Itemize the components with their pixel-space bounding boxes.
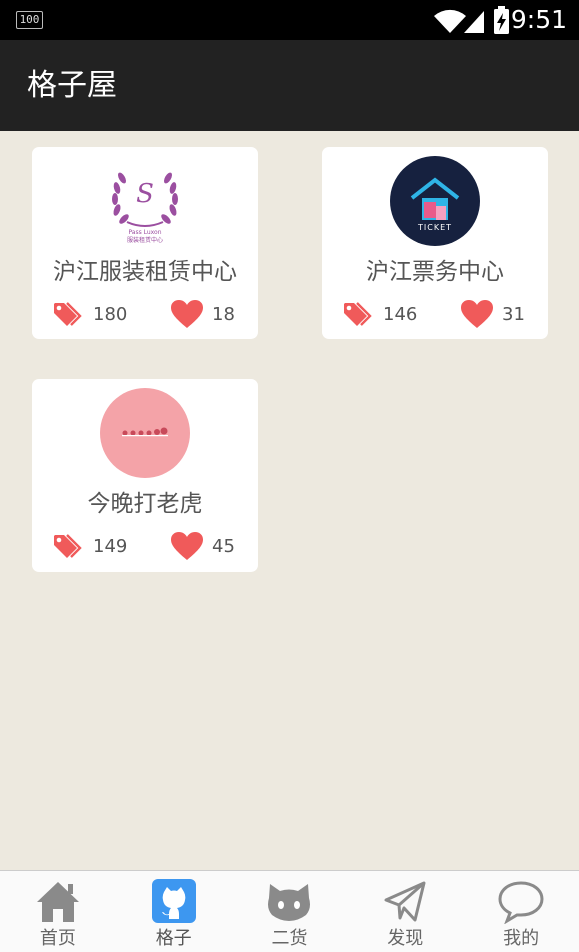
- like-count[interactable]: 31: [460, 297, 525, 331]
- nav-item-discover[interactable]: 发现: [347, 871, 463, 952]
- nav-label-secondhand: 二货: [271, 928, 308, 949]
- laurel-wreath-icon: S Pass Luxon 服装租赁中心: [112, 172, 178, 244]
- tag-count: 180: [52, 297, 127, 331]
- heart-icon[interactable]: [460, 299, 494, 329]
- signal-icon: [464, 11, 484, 33]
- ticket-house-icon: TICKET: [410, 177, 460, 232]
- nav-label-grid: 格子: [155, 928, 192, 949]
- nav-item-grid[interactable]: 格子: [116, 871, 232, 952]
- tag-count: 146: [342, 297, 417, 331]
- home-icon[interactable]: [35, 878, 81, 924]
- shop-card-tonight-tiger[interactable]: 今晚打老虎 149 45: [32, 379, 258, 572]
- cat-face-icon[interactable]: [266, 878, 312, 924]
- chat-bubble-icon[interactable]: [498, 878, 544, 924]
- tag-count-value: 149: [93, 535, 128, 557]
- app-bar: 格子屋: [0, 40, 579, 131]
- page-title: 格子屋: [27, 68, 117, 103]
- svg-text:TICKET: TICKET: [417, 223, 452, 232]
- nav-item-mine[interactable]: 我的: [463, 871, 579, 952]
- like-count-value: 45: [212, 535, 235, 557]
- tag-count-value: 180: [93, 303, 128, 325]
- shop-card-ticket-center[interactable]: TICKET 沪江票务中心 146 31: [322, 147, 548, 339]
- heart-icon[interactable]: [170, 299, 204, 329]
- nav-label-mine: 我的: [503, 928, 540, 949]
- status-clock: 9:51: [510, 5, 567, 34]
- status-bar: 100 9:51: [0, 0, 579, 40]
- nav-label-home: 首页: [39, 928, 76, 949]
- nav-label-discover: 发现: [387, 928, 424, 949]
- tag-count-value: 146: [383, 303, 418, 325]
- svg-text:服装租赁中心: 服装租赁中心: [127, 236, 163, 244]
- battery-charging-icon: [494, 6, 509, 34]
- tag-icon: [54, 534, 82, 558]
- strawberry-row-icon: [122, 427, 168, 437]
- like-count[interactable]: 18: [170, 297, 235, 331]
- battery-level-indicator: 100: [16, 11, 43, 29]
- heart-icon[interactable]: [170, 531, 204, 561]
- tag-icon: [54, 302, 82, 326]
- nav-item-home[interactable]: 首页: [0, 871, 116, 952]
- system-status-icons: [434, 6, 509, 34]
- nav-item-secondhand[interactable]: 二货: [232, 871, 348, 952]
- svg-text:Pass Luxon: Pass Luxon: [128, 229, 161, 236]
- shop-name: 沪江服装租赁中心: [53, 259, 237, 285]
- like-count-value: 31: [502, 303, 525, 325]
- github-cat-icon[interactable]: [151, 878, 197, 924]
- wifi-icon: [434, 9, 466, 33]
- ticket-center-logo: TICKET: [390, 156, 480, 246]
- svg-text:S: S: [136, 179, 154, 209]
- shop-card-clothing-rental[interactable]: S Pass Luxon 服装租赁中心 沪江服装租赁中心 180 18: [32, 147, 258, 339]
- like-count-value: 18: [212, 303, 235, 325]
- tag-count: 149: [52, 529, 127, 563]
- clothing-rental-logo: S Pass Luxon 服装租赁中心: [100, 156, 190, 246]
- tag-icon: [344, 302, 372, 326]
- shop-name: 沪江票务中心: [366, 259, 504, 285]
- like-count[interactable]: 45: [170, 529, 235, 563]
- shop-name: 今晚打老虎: [87, 491, 203, 517]
- tonight-tiger-logo: [100, 388, 190, 478]
- bottom-navigation: 首页 格子 二货 发现 我的: [0, 870, 579, 952]
- paper-plane-icon[interactable]: [382, 878, 428, 924]
